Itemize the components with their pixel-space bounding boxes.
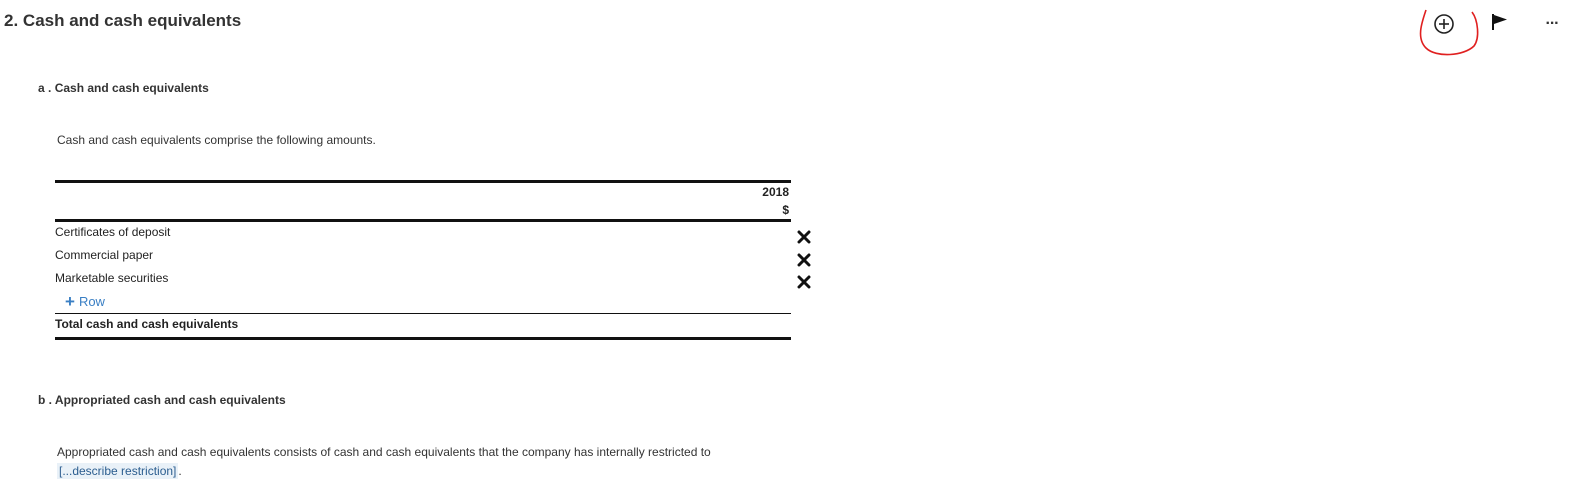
table-top-rule [55, 180, 791, 183]
section-title-text: Cash and cash equivalents [22, 11, 242, 30]
subsection-b-paragraph[interactable]: Appropriated cash and cash equivalents c… [57, 445, 711, 459]
subsection-b-heading: b . Appropriated cash and cash equivalen… [38, 393, 286, 407]
total-row-label: Total cash and cash equivalents [55, 317, 239, 331]
describe-restriction-placeholder[interactable]: [...describe restriction] [57, 463, 179, 479]
table-row[interactable]: Commercial paper [55, 248, 153, 262]
circle-plus-icon [1434, 14, 1454, 34]
plus-icon: + [65, 291, 75, 311]
add-row-button[interactable]: + Row [65, 291, 105, 311]
add-section-button[interactable] [1430, 10, 1458, 38]
delete-row-icon[interactable] [797, 275, 811, 289]
delete-row-icon[interactable] [797, 230, 811, 244]
add-row-label: Row [78, 294, 105, 309]
total-top-rule [55, 313, 791, 314]
header-bottom-rule [55, 219, 791, 222]
more-options-button[interactable]: ··· [1538, 12, 1566, 36]
subsection-a-paragraph[interactable]: Cash and cash equivalents comprise the f… [57, 133, 376, 147]
flag-icon [1492, 14, 1507, 30]
subsection-b-paragraph-line2: [...describe restriction]. [57, 463, 182, 479]
section-toolbar: ··· [1412, 6, 1572, 60]
flag-button[interactable] [1488, 10, 1512, 34]
table-row[interactable]: Certificates of deposit [55, 225, 170, 239]
table-row[interactable]: Marketable securities [55, 271, 168, 285]
column-header-year[interactable]: 2018 [762, 185, 789, 199]
section-title: 2. Cash and cash equivalents [4, 11, 242, 30]
table-bottom-rule [55, 337, 791, 340]
subsection-a-heading: a . Cash and cash equivalents [38, 81, 209, 95]
delete-row-icon[interactable] [797, 253, 811, 267]
more-icon: ··· [1545, 15, 1560, 32]
column-header-unit: $ [782, 203, 789, 217]
